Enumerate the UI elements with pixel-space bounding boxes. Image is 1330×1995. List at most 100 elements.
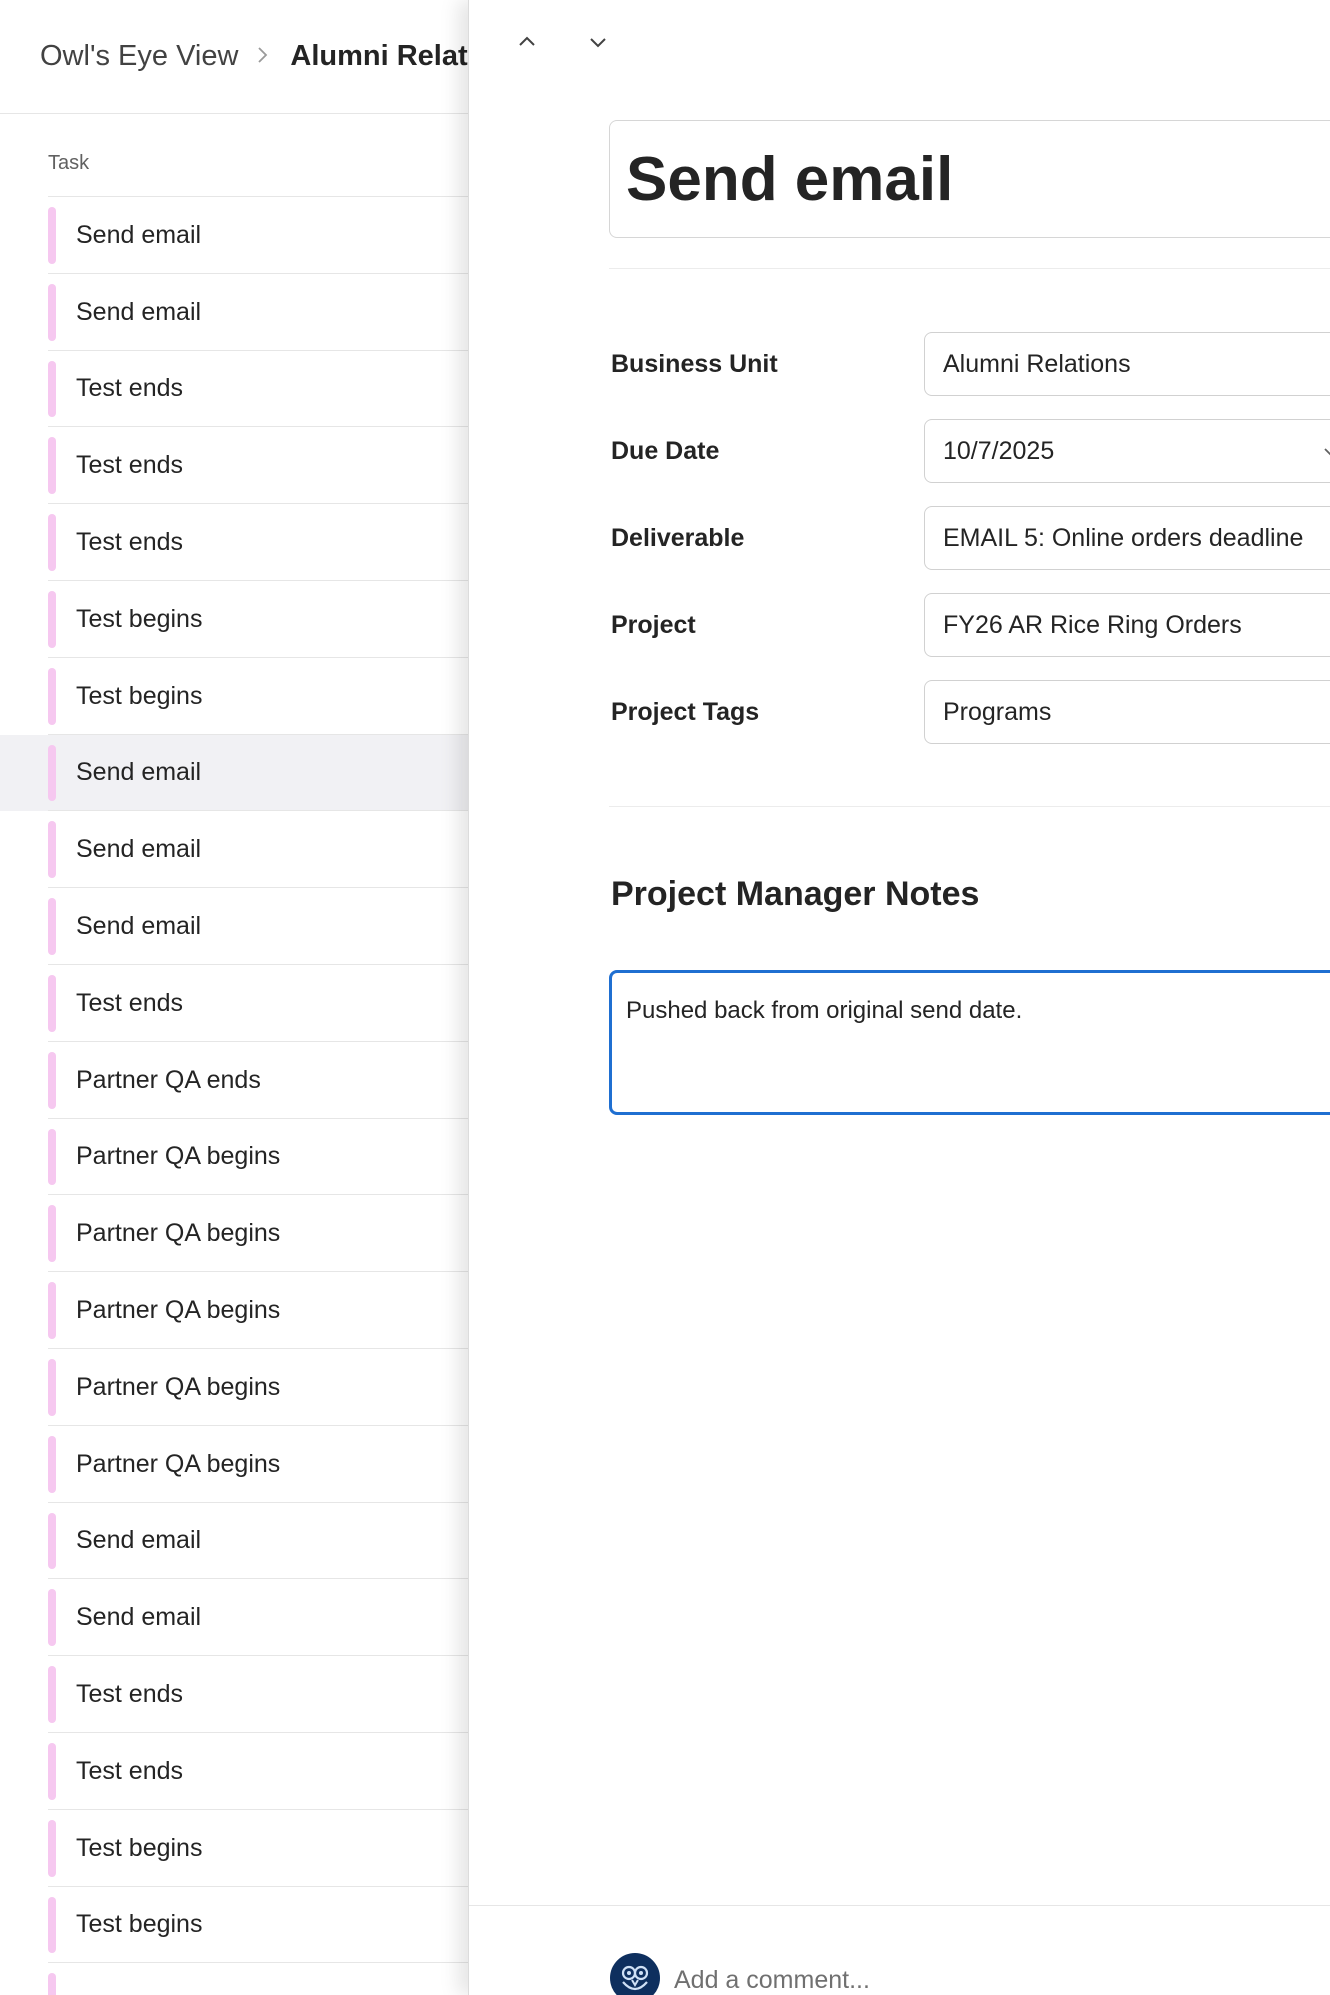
task-title: Send email bbox=[626, 144, 954, 214]
project-label: Project bbox=[611, 611, 696, 639]
task-name: Test ends bbox=[76, 1756, 184, 1785]
task-row[interactable]: Test ends bbox=[0, 504, 468, 581]
chevron-down-icon bbox=[1324, 448, 1330, 456]
task-name: Send email bbox=[76, 297, 202, 326]
row-color-marker bbox=[48, 1128, 56, 1186]
task-row[interactable]: Partner QA begins bbox=[0, 1119, 468, 1196]
task-name: Test begins bbox=[76, 681, 203, 710]
task-name: Test begins bbox=[76, 1833, 203, 1862]
task-title-field[interactable]: Send email bbox=[609, 120, 1330, 238]
task-row[interactable]: Partner QA begins bbox=[0, 1349, 468, 1426]
task-row[interactable]: Partner QA ends bbox=[0, 1042, 468, 1119]
task-name: Send email bbox=[76, 835, 202, 864]
task-row[interactable]: Partner QA begins bbox=[0, 1272, 468, 1349]
owl-logo-icon bbox=[610, 1953, 660, 1995]
row-color-marker bbox=[48, 821, 56, 879]
project-value: FY26 AR Rice Ring Orders bbox=[943, 610, 1242, 639]
column-header-task[interactable]: Task bbox=[48, 152, 89, 175]
task-row[interactable] bbox=[0, 1963, 468, 1995]
project-field[interactable]: FY26 AR Rice Ring Orders bbox=[924, 593, 1330, 657]
task-name: Send email bbox=[76, 1603, 202, 1632]
task-row[interactable]: Test ends bbox=[0, 1733, 468, 1810]
row-color-marker bbox=[48, 437, 56, 495]
breadcrumb-current[interactable]: Alumni Relat bbox=[290, 40, 467, 73]
row-color-marker bbox=[48, 1896, 56, 1954]
row-color-marker bbox=[48, 1819, 56, 1877]
task-name: Test begins bbox=[76, 604, 203, 633]
task-row[interactable]: Send email bbox=[0, 1503, 468, 1580]
deliverable-field[interactable]: EMAIL 5: Online orders deadline bbox=[924, 506, 1330, 570]
row-color-marker bbox=[48, 360, 56, 418]
business-unit-label: Business Unit bbox=[611, 350, 778, 378]
row-color-marker bbox=[48, 1205, 56, 1263]
task-row[interactable]: Send email bbox=[0, 274, 468, 351]
task-row[interactable]: Test ends bbox=[0, 427, 468, 505]
task-name: Partner QA begins bbox=[76, 1142, 281, 1171]
task-name: Test ends bbox=[76, 1680, 184, 1709]
task-row[interactable]: Test begins bbox=[0, 658, 468, 735]
row-color-marker bbox=[48, 1282, 56, 1339]
row-color-marker bbox=[48, 1051, 56, 1109]
task-name: Partner QA begins bbox=[76, 1449, 281, 1478]
task-row[interactable]: Partner QA begins bbox=[0, 1426, 468, 1503]
task-row[interactable]: Test ends bbox=[0, 965, 468, 1042]
row-color-marker bbox=[48, 1666, 56, 1723]
previous-item-button[interactable] bbox=[505, 24, 549, 60]
task-row[interactable]: Send email bbox=[0, 888, 468, 965]
task-name: Send email bbox=[76, 220, 202, 249]
task-row[interactable]: Test begins bbox=[0, 1810, 468, 1887]
task-row[interactable]: Send email bbox=[0, 734, 468, 812]
row-color-marker bbox=[48, 1973, 56, 1995]
chevron-right-icon bbox=[256, 41, 270, 72]
chevron-up-icon bbox=[519, 36, 535, 46]
task-row[interactable]: Send email bbox=[0, 1579, 468, 1657]
task-row[interactable]: Test ends bbox=[0, 351, 468, 428]
divider bbox=[609, 806, 1330, 807]
task-row[interactable]: Test ends bbox=[0, 1656, 468, 1733]
task-name: Send email bbox=[76, 1526, 202, 1555]
business-unit-value: Alumni Relations bbox=[943, 349, 1131, 378]
deliverable-value: EMAIL 5: Online orders deadline bbox=[943, 523, 1304, 552]
footer-divider bbox=[469, 1905, 1330, 1906]
row-color-marker bbox=[48, 1512, 56, 1570]
task-name: Send email bbox=[76, 912, 202, 941]
breadcrumb-root[interactable]: Owl's Eye View bbox=[40, 40, 238, 73]
notes-value: Pushed back from original send date. bbox=[626, 997, 1023, 1024]
task-name: Partner QA begins bbox=[76, 1219, 281, 1248]
row-color-marker bbox=[48, 1589, 56, 1647]
task-name: Test ends bbox=[76, 451, 184, 480]
chevron-down-icon bbox=[590, 38, 606, 48]
task-name: Test ends bbox=[76, 528, 184, 557]
task-name: Partner QA begins bbox=[76, 1372, 281, 1401]
task-name: Partner QA ends bbox=[76, 1065, 261, 1094]
task-row[interactable]: Test begins bbox=[0, 1887, 468, 1964]
task-row[interactable]: Partner QA begins bbox=[0, 1195, 468, 1273]
task-row[interactable]: Send email bbox=[0, 197, 468, 274]
deliverable-label: Deliverable bbox=[611, 524, 745, 552]
project-tags-value: Programs bbox=[943, 697, 1052, 726]
project-tags-field[interactable]: Programs bbox=[924, 680, 1330, 744]
row-color-marker bbox=[48, 1358, 56, 1416]
due-date-label: Due Date bbox=[611, 437, 720, 465]
task-row[interactable]: Test begins bbox=[0, 581, 468, 658]
task-name: Test ends bbox=[76, 988, 184, 1017]
business-unit-field[interactable]: Alumni Relations bbox=[924, 332, 1330, 396]
task-row[interactable]: Send email bbox=[0, 811, 468, 889]
notes-textarea[interactable]: Pushed back from original send date. bbox=[609, 970, 1330, 1115]
row-color-marker bbox=[48, 667, 56, 725]
task-detail-panel: Send email Business Unit Alumni Relation… bbox=[468, 0, 1330, 1995]
row-color-marker bbox=[48, 898, 56, 955]
breadcrumb: Owl's Eye View Alumni Relat bbox=[0, 0, 468, 114]
row-color-marker bbox=[48, 283, 56, 341]
row-color-marker bbox=[48, 974, 56, 1032]
task-list-pane: Owl's Eye View Alumni Relat Task Send em… bbox=[0, 0, 468, 1995]
row-color-marker bbox=[48, 590, 56, 648]
task-name: Test begins bbox=[76, 1910, 203, 1939]
project-tags-label: Project Tags bbox=[611, 698, 760, 726]
task-name: Partner QA begins bbox=[76, 1296, 281, 1325]
row-color-marker bbox=[48, 1435, 56, 1493]
next-item-button[interactable] bbox=[576, 24, 620, 60]
row-color-marker bbox=[48, 514, 56, 571]
comment-input[interactable] bbox=[674, 1962, 1274, 1995]
due-date-picker[interactable]: 10/7/2025 bbox=[924, 419, 1330, 483]
